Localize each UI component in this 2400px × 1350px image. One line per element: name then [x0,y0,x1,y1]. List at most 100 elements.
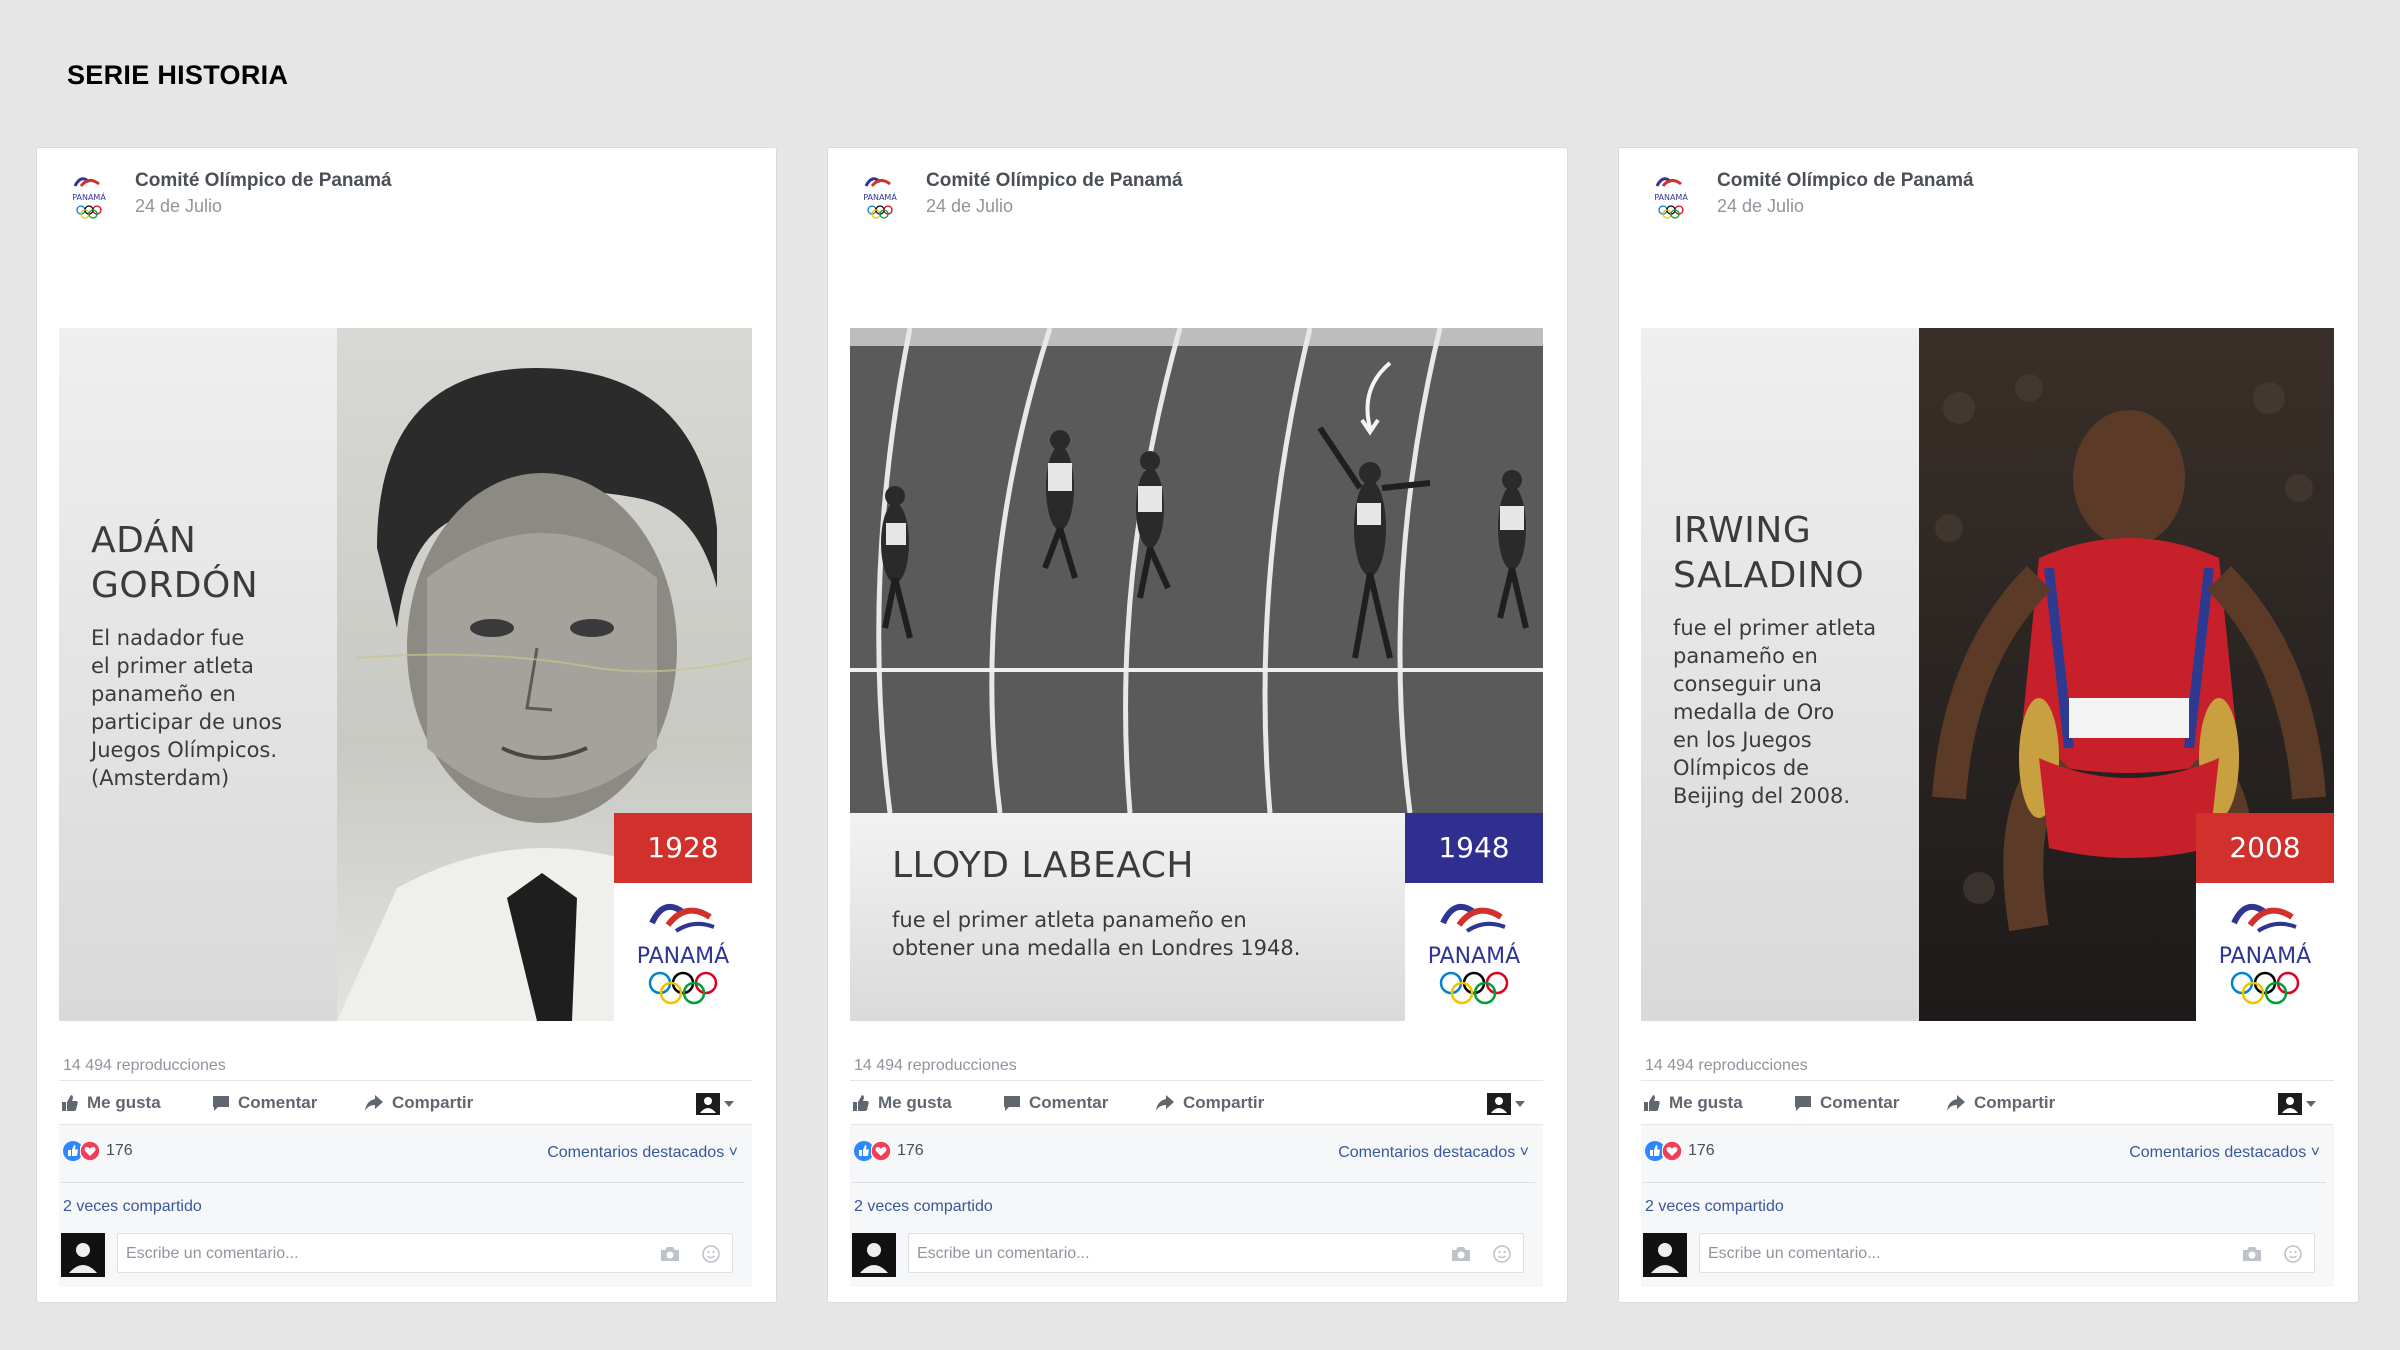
like-button[interactable]: Me gusta [1643,1093,1743,1113]
description-line: medalla de Oro [1673,700,1835,724]
share-label: Compartir [1974,1093,2056,1112]
year-badge: 1948 [1405,813,1543,883]
comment-sort-label: Comentarios destacados [2129,1144,2307,1161]
page-avatar[interactable]: PANAMÁ [1649,172,1693,222]
audience-icon [2278,1093,2302,1115]
race-photo [850,328,1543,814]
thumbs-up-icon [1644,1095,1660,1111]
reactions-summary[interactable]: 176 [63,1141,133,1161]
audience-selector[interactable] [1487,1093,1525,1115]
reactions-summary[interactable]: 176 [854,1141,924,1161]
athlete-name-line1: IRWING [1673,510,1812,551]
audience-icon [696,1093,720,1115]
description-line: fue el primer atleta [1673,616,1877,640]
comments-section: 176 Comentarios destacados ˅ 2 veces com… [59,1124,752,1287]
smiley-icon [2284,1245,2302,1263]
athlete-name-line2: GORDÓN [91,565,259,606]
post-image[interactable]: LLOYD LABEACH fue el primer atleta panam… [850,328,1543,1021]
camera-icon [1452,1247,1470,1261]
action-bar: Me gusta Comentar Compartir [59,1080,752,1125]
divider [852,1182,1535,1183]
smiley-icon [702,1245,720,1263]
share-button[interactable]: Compartir [1155,1093,1264,1113]
comment-button[interactable]: Comentar [1003,1093,1108,1113]
like-label: Me gusta [1669,1093,1743,1112]
audience-selector[interactable] [696,1093,734,1115]
post-header: PANAMÁ Comité Olímpico de Panamá 24 de J… [1619,148,2358,248]
love-reaction-icon [871,1141,891,1161]
love-reaction-icon [1662,1141,1682,1161]
avatar[interactable] [852,1233,896,1277]
year-badge: 1928 [614,813,752,883]
smiley-icon [1493,1245,1511,1263]
comment-composer: Escribe un comentario... [1643,1231,2319,1277]
action-bar: Me gusta Comentar Compartir [850,1080,1543,1125]
description-line: Juegos Olímpicos. [91,738,278,762]
share-button[interactable]: Compartir [364,1093,473,1113]
reaction-count: 176 [897,1142,924,1159]
shares-count-link[interactable]: 2 veces compartido [854,1198,993,1216]
comment-input[interactable]: Escribe un comentario... [1699,1233,2315,1273]
like-label: Me gusta [878,1093,952,1112]
share-button[interactable]: Compartir [1946,1093,2055,1113]
post-card: PANAMÁ Comité Olímpico de Panamá 24 de J… [827,147,1568,1303]
comment-placeholder: Escribe un comentario... [917,1245,1090,1262]
logo-word: PANAMÁ [637,943,729,969]
share-icon [1156,1095,1174,1111]
athlete-name-line1: ADÁN [91,520,197,561]
description-line: obtener una medalla en Londres 1948. [892,936,1301,960]
description-line: en los Juegos [1673,728,1812,752]
comment-label: Comentar [238,1093,318,1112]
like-button[interactable]: Me gusta [852,1093,952,1113]
description-line: Olímpicos de [1673,756,1810,780]
reactions-summary[interactable]: 176 [1645,1141,1715,1161]
description-line: el primer atleta [91,654,254,678]
olympic-committee-logo: PANAMÁ [1405,883,1543,1021]
comment-composer: Escribe un comentario... [852,1231,1528,1277]
comment-input[interactable]: Escribe un comentario... [908,1233,1524,1273]
comment-label: Comentar [1820,1093,1900,1112]
comment-input[interactable]: Escribe un comentario... [117,1233,733,1273]
athlete-description: El nadador fue el primer atleta panameño… [91,624,282,792]
page-avatar[interactable]: PANAMÁ [67,172,111,222]
reaction-count: 176 [106,1142,133,1159]
olympic-committee-logo: PANAMÁ [614,883,752,1021]
share-icon [1947,1095,1965,1111]
year-badge: 2008 [2196,813,2334,883]
olympic-rings-icon [648,971,718,1005]
comment-sort-dropdown[interactable]: Comentarios destacados ˅ [2129,1144,2320,1162]
shares-count-link[interactable]: 2 veces compartido [63,1198,202,1216]
athlete-name: ADÁN GORDÓN [91,518,258,608]
view-count: 14 494 reproducciones [63,1057,226,1074]
comment-sort-dropdown[interactable]: Comentarios destacados ˅ [547,1144,738,1162]
olympic-committee-logo: PANAMÁ [2196,883,2334,1021]
shares-count-link[interactable]: 2 veces compartido [1645,1198,1784,1216]
comment-placeholder: Escribe un comentario... [1708,1245,1881,1262]
page-name-link[interactable]: Comité Olímpico de Panamá [926,170,1183,192]
page-name-link[interactable]: Comité Olímpico de Panamá [135,170,392,192]
page-avatar[interactable]: PANAMÁ [858,172,902,222]
olympic-rings-icon [2230,971,2300,1005]
post-image[interactable]: ADÁN GORDÓN El nadador fue el primer atl… [59,328,752,1021]
chevron-down-icon: ˅ [1519,1144,1529,1161]
post-date[interactable]: 24 de Julio [1717,196,1804,217]
action-bar: Me gusta Comentar Compartir [1641,1080,2334,1125]
post-date[interactable]: 24 de Julio [926,196,1013,217]
athlete-description: fue el primer atleta panameño en obtener… [892,906,1300,962]
page-name-link[interactable]: Comité Olímpico de Panamá [1717,170,1974,192]
audience-icon [1487,1093,1511,1115]
divider [1643,1182,2326,1183]
avatar[interactable] [61,1233,105,1277]
camera-icon [661,1247,679,1261]
post-date[interactable]: 24 de Julio [135,196,222,217]
post-image[interactable]: IRWING SALADINO fue el primer atleta pan… [1641,328,2334,1021]
comment-icon [1004,1096,1020,1111]
like-button[interactable]: Me gusta [61,1093,161,1113]
comment-sort-dropdown[interactable]: Comentarios destacados ˅ [1338,1144,1529,1162]
comment-icon [213,1096,229,1111]
comment-icon [1795,1096,1811,1111]
comment-button[interactable]: Comentar [1794,1093,1899,1113]
avatar[interactable] [1643,1233,1687,1277]
audience-selector[interactable] [2278,1093,2316,1115]
comment-button[interactable]: Comentar [212,1093,317,1113]
